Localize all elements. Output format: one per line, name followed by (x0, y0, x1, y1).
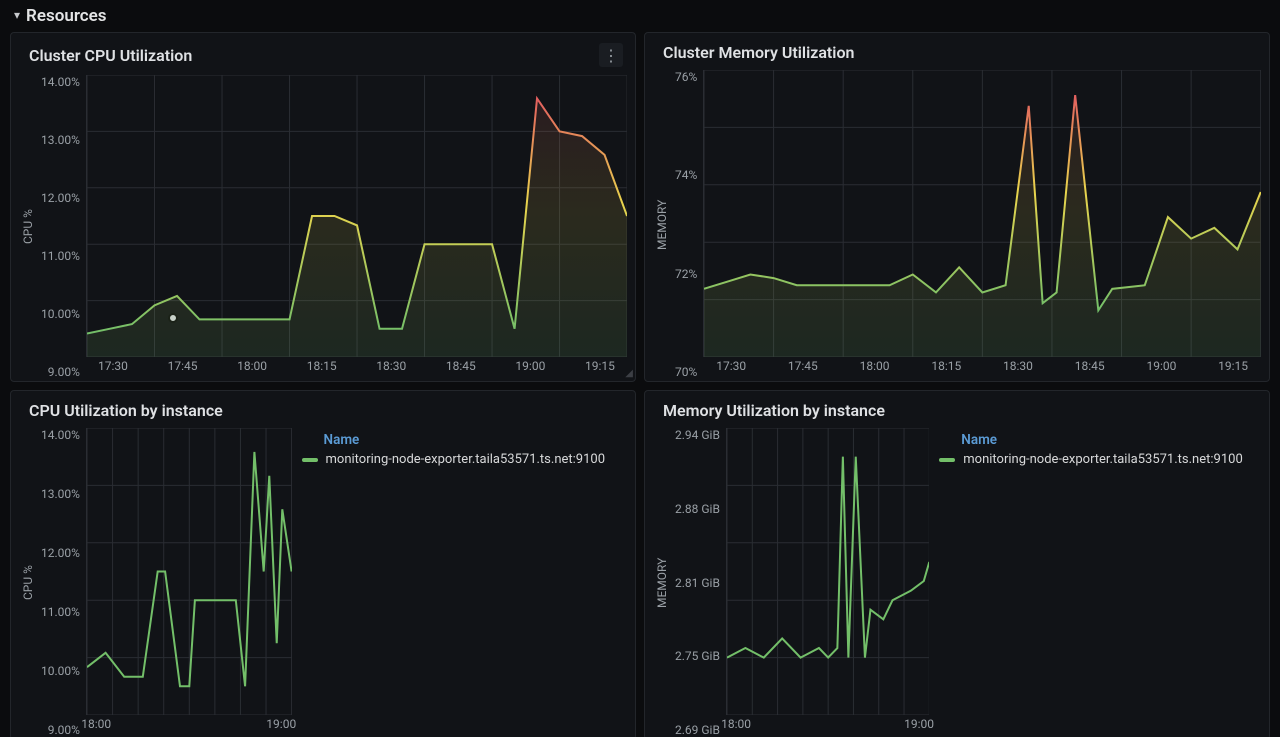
chart-plot-area[interactable] (726, 428, 929, 715)
y-axis-label: CPU % (19, 428, 37, 737)
section-title: Resources (26, 6, 107, 26)
panel-grid: Cluster CPU Utilization ⋮ CPU % 14.00%13… (0, 32, 1280, 737)
x-axis-ticks: 18:0019:00 (86, 715, 292, 737)
y-axis-label: MEMORY (653, 428, 671, 737)
legend: Name monitoring-node-exporter.taila53571… (292, 428, 627, 737)
x-axis-ticks: 18:0019:00 (726, 715, 929, 737)
legend-item[interactable]: monitoring-node-exporter.taila53571.ts.n… (939, 452, 1261, 467)
panel-memory-by-instance[interactable]: Memory Utilization by instance MEMORY 2.… (644, 390, 1270, 737)
panel-title: CPU Utilization by instance (29, 401, 223, 420)
y-axis-ticks: 14.00%13.00%12.00%11.00%10.00%9.00% (37, 428, 86, 737)
chevron-down-icon: ▾ (14, 8, 20, 22)
chart-plot-area[interactable] (86, 75, 627, 357)
legend: Name monitoring-node-exporter.taila53571… (929, 428, 1261, 737)
legend-item-label: monitoring-node-exporter.taila53571.ts.n… (963, 452, 1243, 467)
menu-dots-icon: ⋮ (603, 46, 619, 65)
legend-item[interactable]: monitoring-node-exporter.taila53571.ts.n… (302, 452, 627, 467)
y-axis-ticks: 2.94 GiB2.88 GiB2.81 GiB2.75 GiB2.69 GiB (671, 428, 726, 737)
legend-header[interactable]: Name (961, 432, 1261, 448)
chart-plot-area[interactable] (703, 70, 1261, 357)
panel-cluster-cpu[interactable]: Cluster CPU Utilization ⋮ CPU % 14.00%13… (10, 32, 636, 382)
y-axis-label: CPU % (19, 75, 37, 379)
y-axis-ticks: 76%74%72%70% (671, 70, 703, 379)
y-axis-ticks: 14.00%13.00%12.00%11.00%10.00%9.00% (37, 75, 86, 379)
legend-swatch-icon (302, 458, 318, 462)
legend-item-label: monitoring-node-exporter.taila53571.ts.n… (326, 452, 606, 467)
x-axis-ticks: 17:3017:4518:0018:1518:3018:4519:0019:15 (86, 357, 627, 379)
panel-title: Cluster CPU Utilization (29, 46, 192, 65)
panel-title: Cluster Memory Utilization (663, 43, 854, 62)
legend-swatch-icon (939, 458, 955, 462)
y-axis-label: MEMORY (653, 70, 671, 379)
legend-header[interactable]: Name (324, 432, 627, 448)
x-axis-ticks: 17:3017:4518:0018:1518:3018:4519:0019:15 (703, 357, 1261, 379)
panel-menu-button[interactable]: ⋮ (599, 43, 623, 67)
panel-cluster-memory[interactable]: Cluster Memory Utilization MEMORY 76%74%… (644, 32, 1270, 382)
panel-title: Memory Utilization by instance (663, 401, 885, 420)
chart-plot-area[interactable] (86, 428, 292, 715)
panel-cpu-by-instance[interactable]: CPU Utilization by instance CPU % 14.00%… (10, 390, 636, 737)
section-header[interactable]: ▾ Resources (0, 0, 1280, 32)
